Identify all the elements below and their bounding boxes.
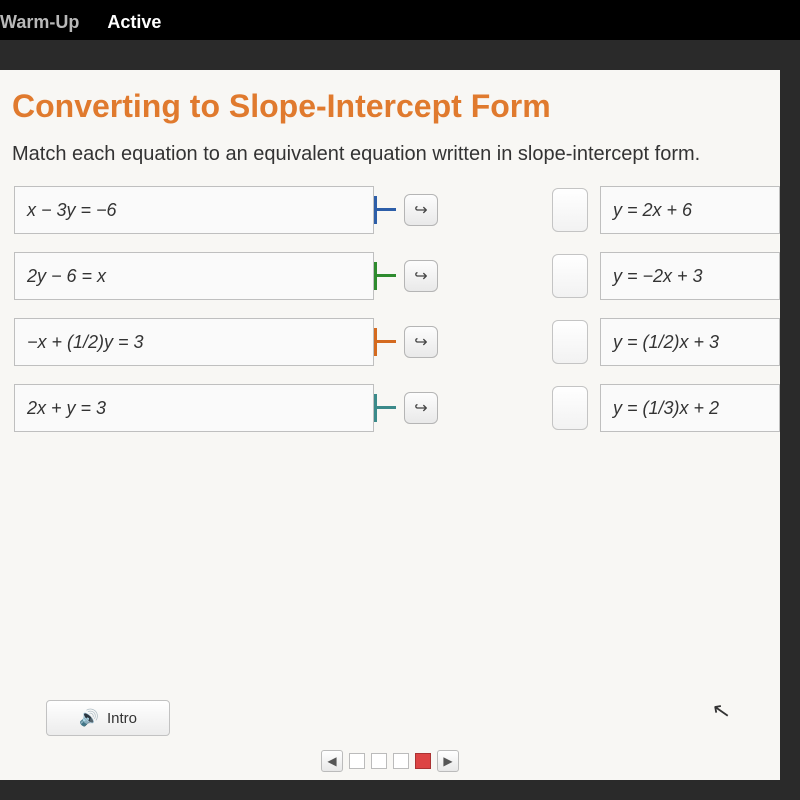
drop-target[interactable] (552, 386, 588, 430)
source-equation[interactable]: x − 3y = −6 (14, 186, 374, 234)
next-page-button[interactable]: ▶ (437, 750, 459, 772)
page-dot[interactable] (393, 753, 409, 769)
drag-handle[interactable]: ↪ (404, 326, 438, 358)
drag-handle[interactable]: ↪ (404, 392, 438, 424)
drop-target[interactable] (552, 320, 588, 364)
chevron-left-icon: ◀ (327, 754, 336, 768)
arrow-icon: ↪ (414, 200, 427, 220)
page-title: Converting to Slope-Intercept Form (0, 70, 780, 133)
drop-target[interactable] (552, 254, 588, 298)
page-navigator: ◀ ▶ (321, 750, 459, 772)
page-dot[interactable] (371, 753, 387, 769)
lesson-screen: Converting to Slope-Intercept Form Match… (0, 70, 780, 780)
match-row: 2y − 6 = x ↪ y = −2x + 3 (14, 248, 780, 304)
source-equation[interactable]: −x + (1/2)y = 3 (14, 318, 374, 366)
answer-equation: y = (1/3)x + 2 (600, 384, 780, 432)
prev-page-button[interactable]: ◀ (321, 750, 343, 772)
tab-warmup[interactable]: Warm-Up (0, 12, 79, 33)
drag-handle[interactable]: ↪ (404, 260, 438, 292)
connector (374, 186, 404, 234)
mouse-cursor-icon: ↖ (709, 697, 732, 726)
answer-equation: y = −2x + 3 (600, 252, 780, 300)
match-row: x − 3y = −6 ↪ y = 2x + 6 (14, 182, 780, 238)
intro-button[interactable]: 🔊 Intro (46, 700, 170, 736)
arrow-icon: ↪ (414, 332, 427, 352)
source-equation[interactable]: 2y − 6 = x (14, 252, 374, 300)
mode-tabs: Warm-Up Active (0, 12, 161, 33)
arrow-icon: ↪ (414, 398, 427, 418)
page-dot-current[interactable] (415, 753, 431, 769)
match-row: 2x + y = 3 ↪ y = (1/3)x + 2 (14, 380, 780, 436)
page-dot[interactable] (349, 753, 365, 769)
source-equation[interactable]: 2x + y = 3 (14, 384, 374, 432)
chevron-right-icon: ▶ (443, 754, 452, 768)
instruction-text: Match each equation to an equivalent equ… (0, 133, 780, 176)
drag-handle[interactable]: ↪ (404, 194, 438, 226)
tab-active[interactable]: Active (107, 12, 161, 33)
monitor-bezel: Warm-Up Active Converting to Slope-Inter… (0, 40, 800, 800)
drop-target[interactable] (552, 188, 588, 232)
connector (374, 384, 404, 432)
intro-label: Intro (107, 710, 137, 727)
match-row: −x + (1/2)y = 3 ↪ y = (1/2)x + 3 (14, 314, 780, 370)
answer-equation: y = 2x + 6 (600, 186, 780, 234)
arrow-icon: ↪ (414, 266, 427, 286)
speaker-icon: 🔊 (79, 708, 99, 728)
matching-area: x − 3y = −6 ↪ y = 2x + 6 2y − 6 = x ↪ y … (0, 176, 780, 596)
connector (374, 252, 404, 300)
photo-frame: Warm-Up Active Converting to Slope-Inter… (0, 0, 800, 800)
answer-equation: y = (1/2)x + 3 (600, 318, 780, 366)
connector (374, 318, 404, 366)
